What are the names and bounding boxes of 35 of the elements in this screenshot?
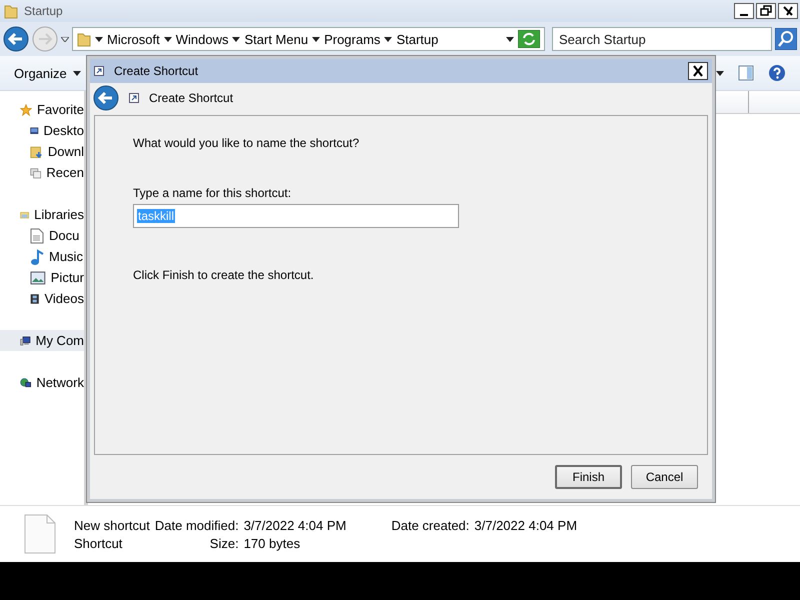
- breadcrumb[interactable]: Start Menu: [244, 32, 308, 46]
- nav-item[interactable]: Music: [0, 246, 84, 267]
- nav-item[interactable]: Docu: [0, 225, 84, 246]
- breadcrumb[interactable]: Windows: [176, 32, 228, 46]
- nav-item[interactable]: Recen: [0, 162, 84, 183]
- nav-item[interactable]: Videos: [0, 288, 84, 309]
- field-label: Size:: [208, 536, 239, 550]
- dialog-button[interactable]: Finish: [555, 465, 622, 489]
- nav-item[interactable]: Network: [0, 372, 84, 393]
- organize-menu[interactable]: Organize: [14, 66, 81, 80]
- field-label: Type a name for this shortcut:: [133, 186, 292, 200]
- dialog-title: Create Shortcut: [114, 64, 200, 78]
- field-label: Date modified:: [154, 518, 239, 532]
- field-value: 3/7/2022 4:04 PM: [244, 518, 346, 532]
- address-bar[interactable]: Microsoft Windows Start Menu Programs Startup: [72, 27, 545, 51]
- nav-item[interactable]: My Com: [0, 330, 84, 351]
- nav-item[interactable]: Deskto: [0, 120, 84, 141]
- nav-item[interactable]: Libraries: [0, 204, 84, 225]
- hint-text: Click Finish to create the shortcut.: [133, 268, 315, 282]
- dialog-button[interactable]: Cancel: [631, 465, 698, 489]
- field-value: 3/7/2022 4:04 PM: [474, 518, 578, 532]
- wizard-heading: Create Shortcut: [149, 91, 234, 105]
- field-value: 170 bytes: [244, 536, 302, 550]
- breadcrumb[interactable]: Programs: [324, 32, 380, 46]
- file-type: Shortcut: [74, 536, 124, 550]
- field-label: Date created:: [390, 518, 470, 532]
- breadcrumb[interactable]: Startup: [396, 32, 438, 46]
- file-name: New shortcut: [74, 518, 150, 532]
- question-text: What would you like to name the shortcut?: [133, 136, 360, 150]
- nav-item[interactable]: Pictur: [0, 267, 84, 288]
- search-field[interactable]: Search Startup: [552, 27, 772, 51]
- nav-item[interactable]: Downl: [0, 141, 84, 162]
- window-title: Startup: [24, 4, 64, 18]
- breadcrumb[interactable]: Microsoft: [107, 32, 160, 46]
- nav-item[interactable]: Favorite: [0, 99, 84, 120]
